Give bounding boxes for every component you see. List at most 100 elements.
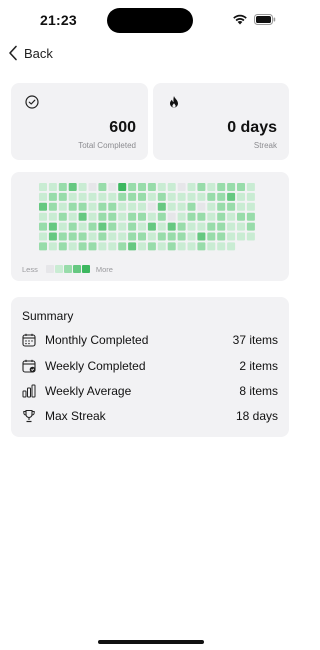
status-time: 21:23: [40, 12, 77, 28]
heatmap-cell: [78, 232, 87, 241]
status-bar: 21:23: [0, 0, 300, 40]
heatmap-cell: [197, 212, 206, 221]
heatmap-cell: [58, 232, 67, 241]
heatmap-cell: [157, 232, 166, 241]
summary-row-value: 2 items: [239, 359, 278, 373]
heatmap-cell: [98, 242, 107, 251]
heatmap-cell: [246, 222, 255, 231]
heatmap-cell: [88, 222, 97, 231]
summary-card: Summary Monthly Completed 37 items Weekl…: [11, 297, 289, 437]
heatmap-cell: [58, 202, 67, 211]
heatmap-cell: [138, 192, 146, 201]
heatmap-cell: [78, 242, 87, 251]
heatmap-cell: [187, 183, 196, 191]
legend-more-label: More: [95, 264, 113, 274]
heatmap-cell: [227, 232, 236, 241]
streak-card: 0 days Streak: [153, 83, 289, 160]
heatmap-cell: [217, 212, 226, 221]
heatmap-cell: [39, 192, 47, 201]
heatmap-cell: [227, 192, 236, 201]
chevron-left-icon: [9, 45, 17, 61]
heatmap-cell: [58, 222, 67, 231]
heatmap-cell: [118, 222, 127, 231]
heatmap-cell: [98, 183, 107, 191]
activity-heatmap-card: Less More: [11, 172, 289, 281]
heatmap-cell: [217, 202, 226, 211]
heatmap-cell: [187, 232, 196, 241]
summary-row-monthly-completed: Monthly Completed 37 items: [11, 330, 289, 350]
heatmap-cell: [217, 222, 226, 231]
summary-row-label: Max Streak: [45, 409, 106, 423]
heatmap-cell: [118, 202, 127, 211]
back-button[interactable]: Back: [8, 42, 53, 64]
wifi-icon: [233, 14, 247, 25]
heatmap-cell: [177, 192, 186, 201]
heatmap-cell: [128, 212, 137, 221]
total-completed-value: 600: [109, 119, 136, 136]
home-indicator: [98, 640, 204, 644]
summary-title: Summary: [22, 309, 74, 323]
heatmap-cell: [68, 232, 77, 241]
heatmap-cell: [197, 202, 206, 211]
heatmap-cell: [58, 192, 67, 201]
heatmap-cell: [177, 242, 186, 251]
heatmap-cell: [118, 242, 127, 251]
calendar-icon: [22, 333, 36, 347]
heatmap-cell: [108, 222, 117, 231]
heatmap-cell: [237, 183, 245, 191]
heatmap-cell: [187, 212, 196, 221]
total-completed-label: Total Completed: [78, 141, 136, 150]
heatmap-cell: [39, 202, 47, 211]
heatmap-cell: [167, 232, 176, 241]
heatmap-cell: [167, 183, 176, 191]
heatmap-cell: [207, 202, 216, 211]
heatmap-cell: [207, 232, 216, 241]
calendar-week-icon: [22, 359, 36, 373]
heatmap-cell: [108, 202, 117, 211]
heatmap-cell: [48, 232, 57, 241]
heatmap-cell: [147, 222, 156, 231]
heatmap-cell: [167, 202, 176, 211]
heatmap-cell: [147, 183, 156, 191]
heatmap-cell: [246, 232, 255, 241]
heatmap-cell: [58, 212, 67, 221]
check-circle-icon: [25, 95, 39, 109]
heatmap-cell: [138, 242, 146, 251]
heatmap-cell: [68, 212, 77, 221]
heatmap-cell: [68, 222, 77, 231]
trophy-icon: [23, 409, 35, 423]
heatmap-cell: [98, 222, 107, 231]
heatmap-cell: [147, 212, 156, 221]
heatmap-cell: [138, 232, 146, 241]
heatmap-cell: [118, 192, 127, 201]
heatmap-cell: [39, 212, 47, 221]
bar-chart-icon: [22, 384, 36, 398]
heatmap-cell: [39, 222, 47, 231]
heatmap-cell: [48, 202, 57, 211]
heatmap-cell: [68, 242, 77, 251]
heatmap-cell: [138, 183, 146, 191]
heatmap-cell: [187, 202, 196, 211]
heatmap-cell: [197, 192, 206, 201]
heatmap-cell: [246, 202, 255, 211]
heatmap-cell: [246, 192, 255, 201]
heatmap-cell: [197, 232, 206, 241]
heatmap-cell: [227, 212, 236, 221]
summary-row-value: 18 days: [235, 409, 278, 423]
heatmap-cell: [157, 222, 166, 231]
heatmap-cell: [157, 212, 166, 221]
heatmap-cell: [98, 212, 107, 221]
streak-label: Streak: [253, 141, 277, 150]
legend-swatch: [72, 265, 81, 273]
heatmap-cell: [177, 202, 186, 211]
heatmap-cell: [147, 202, 156, 211]
heatmap-cell: [68, 192, 77, 201]
heatmap-cell: [177, 232, 186, 241]
dynamic-island: [107, 8, 193, 33]
heatmap-cell: [157, 242, 166, 251]
heatmap-cell: [237, 212, 245, 221]
heatmap-cell: [147, 232, 156, 241]
heatmap-cell: [48, 222, 57, 231]
activity-heatmap: [39, 183, 261, 251]
heatmap-cell: [88, 192, 97, 201]
